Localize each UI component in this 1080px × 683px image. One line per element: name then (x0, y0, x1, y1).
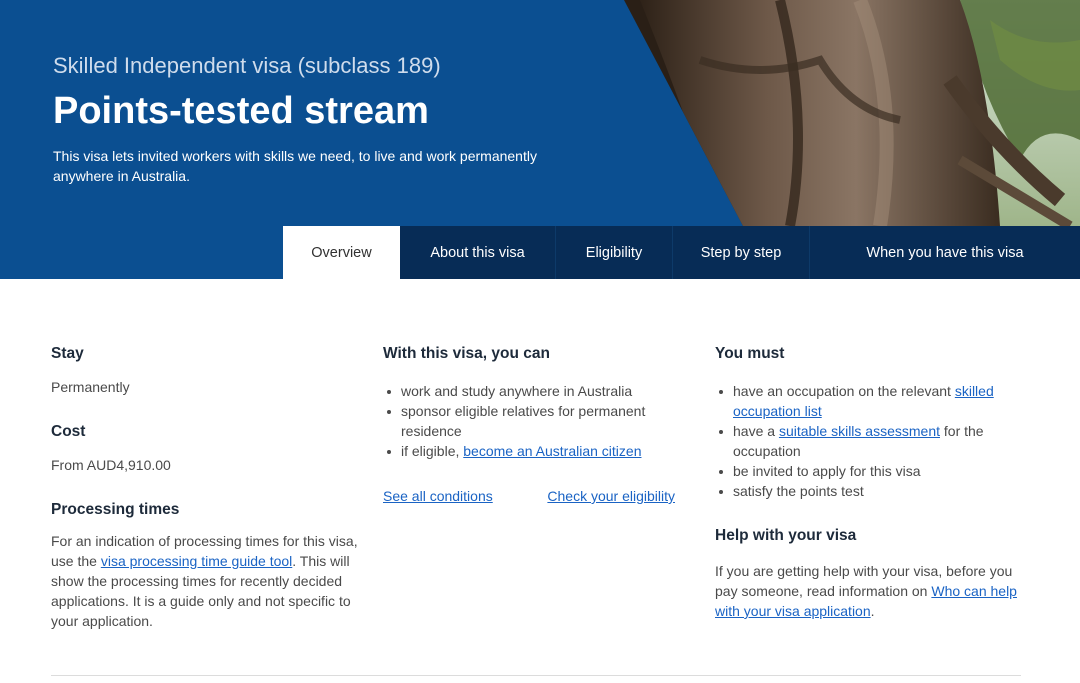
cost-value: From AUD4,910.00 (51, 457, 171, 473)
help-heading: Help with your visa (715, 527, 857, 544)
processing-time-tool-link[interactable]: visa processing time guide tool (101, 553, 292, 569)
visa-tabs: Overview About this visa Eligibility Ste… (283, 226, 1080, 279)
help-text-after: . (870, 603, 875, 619)
list-item-text: if eligible, (401, 443, 464, 459)
cost-heading: Cost (51, 423, 86, 440)
page-title: Points-tested stream (53, 90, 429, 132)
visa-benefits-column: With this visa, you can work and study a… (383, 343, 683, 506)
list-item: have an occupation on the relevant skill… (715, 381, 1035, 421)
must-heading: You must (715, 345, 785, 362)
tab-step-by-step[interactable]: Step by step (673, 226, 810, 279)
visa-subtitle: Skilled Independent visa (subclass 189) (53, 53, 441, 78)
list-item: satisfy the points test (715, 481, 1035, 501)
list-item: if eligible, become an Australian citize… (383, 441, 683, 461)
list-item-text: have an occupation on the relevant (733, 383, 955, 399)
requirements-list: have an occupation on the relevant skill… (715, 381, 1035, 501)
tab-overview[interactable]: Overview (283, 226, 400, 279)
processing-heading: Processing times (51, 501, 180, 518)
help-text: If you are getting help with your visa, … (715, 561, 1035, 621)
see-all-conditions-link[interactable]: See all conditions (383, 486, 493, 506)
tab-eligibility[interactable]: Eligibility (556, 226, 673, 279)
list-item: be invited to apply for this visa (715, 461, 1035, 481)
check-eligibility-link[interactable]: Check your eligibility (547, 486, 675, 506)
become-citizen-link[interactable]: become an Australian citizen (463, 443, 641, 459)
benefits-list: work and study anywhere in Australia spo… (383, 381, 683, 461)
benefits-links: See all conditions Check your eligibilit… (383, 486, 675, 506)
visa-facts-column: Stay Permanently Cost From AUD4,910.00 P… (51, 343, 361, 631)
visa-intro: This visa lets invited workers with skil… (53, 148, 537, 184)
list-item: sponsor eligible relatives for permanent… (383, 401, 683, 441)
list-item-text: have a (733, 423, 779, 439)
stay-heading: Stay (51, 345, 84, 362)
tab-about-this-visa[interactable]: About this visa (400, 226, 556, 279)
tab-when-you-have-this-visa[interactable]: When you have this visa (810, 226, 1080, 279)
skills-assessment-link[interactable]: suitable skills assessment (779, 423, 940, 439)
processing-text: For an indication of processing times fo… (51, 531, 361, 631)
list-item: have a suitable skills assessment for th… (715, 421, 1035, 461)
can-heading: With this visa, you can (383, 345, 550, 362)
stay-value: Permanently (51, 379, 130, 395)
list-item: work and study anywhere in Australia (383, 381, 683, 401)
requirements-column: You must have an occupation on the relev… (715, 343, 1035, 621)
section-divider (51, 675, 1021, 676)
